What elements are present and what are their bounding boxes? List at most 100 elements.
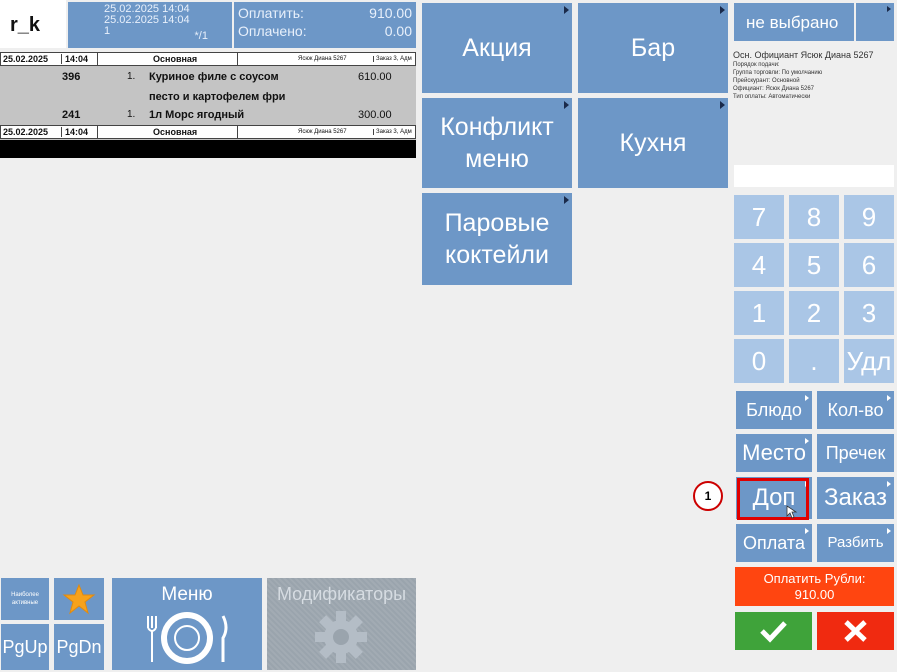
- favorites-button[interactable]: [54, 578, 104, 620]
- mouse-cursor-icon: [786, 505, 798, 519]
- detail-line: Осн. Официант Ясюк Диана 5267: [733, 50, 874, 60]
- order-header-waiter: Ясюк Диана 5267: [298, 56, 347, 62]
- order-button[interactable]: Заказ: [817, 477, 894, 519]
- order-header-waiter: Ясюк Диана 5267: [298, 129, 347, 135]
- order-item-row[interactable]: 241 1. 1л Морс ягодный 300.00: [0, 109, 416, 123]
- detail-line: Порядок подачи:: [733, 62, 780, 68]
- detail-line: Группа торговли: По умолчанию: [733, 70, 823, 76]
- order-header-type: Основная: [153, 127, 198, 137]
- order-header-row[interactable]: 25.02.2025 14:04 Основная Ясюк Диана 526…: [0, 52, 416, 66]
- order-header-extra: Заказ 3, Адм: [373, 56, 412, 62]
- category-label: Паровые: [444, 209, 550, 237]
- place-button[interactable]: Место: [736, 434, 812, 472]
- cancel-button[interactable]: [817, 612, 894, 650]
- order-separator-bar: [0, 140, 416, 158]
- table-selector-arrow[interactable]: [856, 3, 894, 41]
- key-0[interactable]: 0: [734, 339, 784, 383]
- category-label: Бар: [630, 34, 676, 62]
- key-7[interactable]: 7: [734, 195, 784, 239]
- key-6[interactable]: 6: [844, 243, 894, 287]
- quantity-button[interactable]: Кол-во: [817, 391, 894, 429]
- modifiers-label: Модификаторы: [276, 584, 407, 604]
- step-callout: 1: [693, 481, 723, 511]
- order-label: Заказ: [824, 484, 887, 511]
- divider: [237, 53, 238, 65]
- divider: [97, 53, 98, 65]
- key-1[interactable]: 1: [734, 291, 784, 335]
- category-kitchen[interactable]: Кухня: [578, 98, 728, 188]
- order-item-row[interactable]: 396 1. Куриное филе с соусом песто и кар…: [0, 71, 416, 107]
- menu-label: Меню: [161, 584, 213, 605]
- quantity-label: Кол-во: [827, 400, 884, 420]
- gear-icon: [315, 611, 367, 663]
- table-selector-label: не выбрано: [746, 13, 839, 32]
- precheck-button[interactable]: Пречек: [817, 434, 894, 472]
- plate-cutlery-icon: [147, 612, 228, 664]
- order-details: Осн. Официант Ясюк Диана 5267 Порядок по…: [733, 50, 893, 101]
- page-up-button[interactable]: PgUp: [1, 624, 49, 670]
- item-name: 1л Морс ягодный: [149, 109, 245, 121]
- order-header-date: 25.02.2025: [3, 54, 49, 64]
- key-4[interactable]: 4: [734, 243, 784, 287]
- order-header-date: 25.02.2025: [3, 127, 49, 137]
- key-delete[interactable]: Удл: [844, 339, 894, 383]
- payment-button[interactable]: Оплата: [736, 524, 812, 562]
- order-print-date: 25.02.2025 14:04: [104, 14, 190, 26]
- category-label-line2: меню: [465, 145, 529, 173]
- category-promo[interactable]: Акция: [422, 3, 572, 93]
- category-label: Кухня: [619, 129, 687, 157]
- highlight-box: [737, 478, 809, 520]
- category-label: Акция: [462, 34, 532, 62]
- pay-value: 910.00: [369, 5, 412, 21]
- category-hookahs[interactable]: Паровые коктейли: [422, 193, 572, 285]
- item-code: 241: [62, 109, 81, 121]
- detail-line: Официант: Ясюк Диана 5267: [733, 86, 815, 92]
- key-3[interactable]: 3: [844, 291, 894, 335]
- key-dot[interactable]: .: [789, 339, 839, 383]
- item-qty: 1.: [127, 71, 136, 82]
- pay-rubles-value: 910.00: [794, 587, 835, 602]
- payment-label: Оплата: [743, 533, 805, 553]
- divider: [237, 126, 238, 138]
- dish-button[interactable]: Блюдо: [736, 391, 812, 429]
- category-label-line2: коктейли: [445, 241, 549, 269]
- paid-label: Оплачено:: [238, 23, 307, 39]
- item-price: 610.00: [358, 71, 392, 83]
- page-indicator: */1: [194, 30, 208, 42]
- pay-label: Оплатить:: [238, 5, 304, 21]
- paid-value: 0.00: [384, 23, 412, 39]
- close-icon: [844, 620, 867, 642]
- item-name-line2: песто и картофелем фри: [149, 91, 286, 103]
- divider: [97, 126, 98, 138]
- menu-button[interactable]: Меню: [112, 578, 262, 670]
- confirm-button[interactable]: [735, 612, 812, 650]
- guest-count: 1: [104, 25, 111, 37]
- item-qty: 1.: [127, 109, 136, 120]
- key-8[interactable]: 8: [789, 195, 839, 239]
- pay-rubles-label: Оплатить Рубли:: [763, 571, 866, 586]
- category-bar[interactable]: Бар: [578, 3, 728, 93]
- split-button[interactable]: Разбить: [817, 524, 894, 562]
- table-selector-button[interactable]: не выбрано: [734, 3, 854, 41]
- payment-summary: Оплатить: 910.00 Оплачено: 0.00: [234, 2, 416, 48]
- precheck-label: Пречек: [825, 443, 886, 463]
- key-2[interactable]: 2: [789, 291, 839, 335]
- place-label: Место: [742, 440, 806, 465]
- category-label: Конфликт: [440, 113, 554, 141]
- category-menu-conflict[interactable]: Конфликт меню: [422, 98, 572, 188]
- item-code: 396: [62, 71, 81, 83]
- split-label: Разбить: [827, 534, 884, 551]
- star-icon: [62, 583, 96, 615]
- order-info-panel[interactable]: 25.02.2025 14:04 25.02.2025 14:04 1 */1: [68, 2, 232, 48]
- order-header-extra: Заказ 3, Адм: [373, 129, 412, 135]
- popular-button[interactable]: Наиболее активные: [1, 578, 49, 620]
- order-header-time: 14:04: [61, 127, 88, 137]
- key-5[interactable]: 5: [789, 243, 839, 287]
- modifiers-button[interactable]: Модификаторы: [267, 578, 416, 670]
- item-price: 300.00: [358, 109, 392, 121]
- pay-rubles-button[interactable]: Оплатить Рубли: 910.00: [735, 567, 894, 606]
- order-header-row[interactable]: 25.02.2025 14:04 Основная Ясюк Диана 526…: [0, 125, 416, 139]
- page-down-button[interactable]: PgDn: [54, 624, 104, 670]
- key-9[interactable]: 9: [844, 195, 894, 239]
- input-field[interactable]: [734, 165, 894, 187]
